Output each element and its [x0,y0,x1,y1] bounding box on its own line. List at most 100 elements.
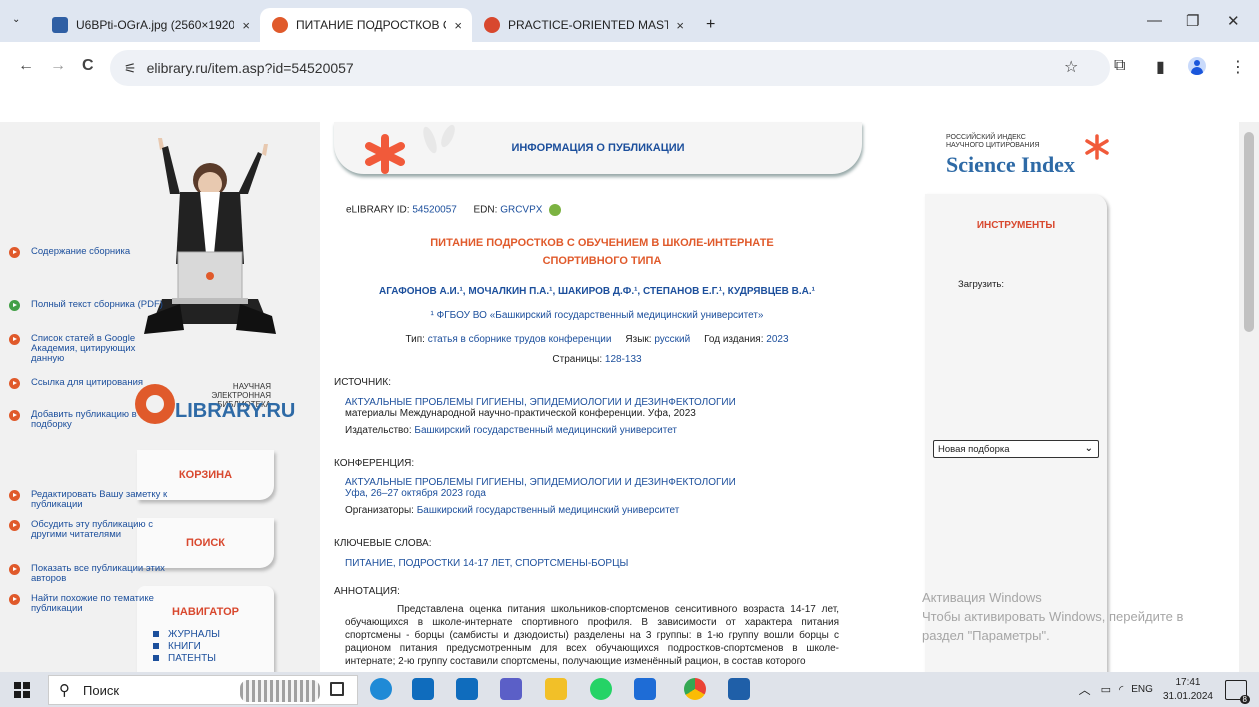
tool-discuss[interactable]: Обсудить эту публикацию с другими читате… [9,520,179,540]
id-label: eLIBRARY ID: [346,204,410,216]
keyboard-language[interactable]: ENG [1131,684,1153,695]
arrow-right-icon [9,247,20,258]
tool-contents-label: Содержание сборника [31,246,131,257]
science-index-line1: РОССИЙСКИЙ ИНДЕКС [946,134,1026,141]
tab-close-icon[interactable]: × [454,18,462,33]
tool-fulltext[interactable]: Полный текст сборника (PDF) [9,300,179,311]
minimize-button[interactable]: — [1147,12,1162,29]
network-icon[interactable]: ▭ [1101,683,1111,696]
conference-heading: КОНФЕРЕНЦИЯ: [334,458,415,469]
scrollbar-thumb[interactable] [1244,132,1254,332]
tool-show-all[interactable]: Показать все публикации этих авторов [9,564,179,584]
close-window-button[interactable]: ✕ [1227,12,1240,30]
keywords-list[interactable]: ПИТАНИЕ, ПОДРОСТКИ 14-17 ЛЕТ, СПОРТСМЕНЫ… [345,558,845,569]
browser-menu-icon[interactable]: ⋮ [1230,57,1246,77]
qr-icon[interactable] [549,204,562,216]
type-value: статья в сборнике трудов конференции [427,334,612,345]
restore-button[interactable]: ❐ [1186,12,1199,30]
task-view-icon[interactable] [330,682,344,696]
clock[interactable]: 17:41 31.01.2024 [1163,676,1213,704]
vk-favicon-icon [52,17,68,33]
tray-chevron-icon[interactable]: ︿ [1079,681,1091,698]
nav-item-journals[interactable]: ЖУРНАЛЫ [153,628,274,640]
affiliation[interactable]: ¹ ФГБОУ ВО «Башкирский государственный м… [332,310,862,321]
whatsapp-icon[interactable] [590,678,612,700]
source-name[interactable]: АКТУАЛЬНЫЕ ПРОБЛЕМЫ ГИГИЕНЫ, ЭПИДЕМИОЛОГ… [345,397,845,408]
chrome-icon[interactable] [684,678,706,700]
site-favicon-icon [484,17,500,33]
tab-close-icon[interactable]: × [242,18,250,33]
clock-date: 31.01.2024 [1162,690,1213,702]
forward-icon[interactable]: → [50,57,66,75]
site-info-icon[interactable]: ⚟ [124,60,137,77]
explorer-icon[interactable] [545,678,567,700]
tool-scholar[interactable]: Список статей в Google Академия, цитирую… [9,334,179,364]
watermark-line1: Активация Windows [922,590,1042,605]
organizers-value[interactable]: Башкирский государственный медицинский у… [417,505,680,516]
edn-value[interactable]: GRCVPX [500,205,542,216]
nav-item-patents[interactable]: ПАТЕНТЫ [153,652,274,664]
notifications-icon[interactable]: 8 [1225,679,1250,704]
arrow-right-icon [9,334,20,345]
url-bar[interactable]: ⚟ elibrary.ru/item.asp?id=54520057 [110,50,1110,86]
clock-time: 17:41 [1175,676,1201,688]
publisher-label: Издательство: [345,425,412,436]
elibrary-id: 54520057 [412,204,457,216]
notification-count: 8 [1239,694,1250,704]
tool-add-label: Добавить публикацию в подборку [31,409,137,430]
collection-select[interactable]: Новая подборка ⌄ [933,440,1099,458]
tool-contents[interactable]: Содержание сборника [9,247,179,258]
new-tab-button[interactable]: + [706,16,715,34]
tool-similar[interactable]: Найти похожие по тематике публикации [9,594,179,614]
lang-label: Язык: [625,334,652,345]
tool-scholar-label: Список статей в Google Академия, цитирую… [31,333,136,364]
pages-row: Страницы: 128-133 [332,354,862,365]
back-icon[interactable]: ← [18,57,34,75]
sidebar-icon[interactable]: ▮ [1156,57,1165,77]
title-line1: ПИТАНИЕ ПОДРОСТКОВ С ОБУЧЕНИЕМ В ШКОЛЕ-И… [430,237,774,249]
arrow-right-icon [9,594,20,605]
address-toolbar: ← → C ⚟ elibrary.ru/item.asp?id=54520057… [0,42,1259,94]
id-row: eLIBRARY ID: 54520057 EDN: GRCVPX [346,204,562,216]
nav-item-books[interactable]: КНИГИ [153,640,274,652]
windows-start-icon[interactable] [14,682,30,698]
pages-label: Страницы: [552,354,603,365]
reload-icon[interactable]: C [82,57,94,75]
edge-icon[interactable] [370,678,392,700]
arrow-right-icon [9,564,20,575]
pdf-app-icon[interactable] [634,678,656,700]
arrow-right-icon [9,378,20,389]
conference-name[interactable]: АКТУАЛЬНЫЕ ПРОБЛЕМЫ ГИГИЕНЫ, ЭПИДЕМИОЛОГ… [345,477,845,488]
publisher-value[interactable]: Башкирский государственный медицинский у… [414,425,677,436]
tab-search-icon[interactable]: ⌄ [12,14,20,25]
tool-cite[interactable]: Ссылка для цитирования [9,378,179,389]
app-icon[interactable] [728,678,750,700]
tool-edit-note[interactable]: Редактировать Вашу заметку к публикации [9,490,179,510]
tool-add[interactable]: Добавить публикацию в подборку [9,410,179,430]
logo-line1: НАУЧНАЯ ЭЛЕКТРОННАЯ [211,382,271,400]
system-tray: ︿ ▭ ◜ ENG 17:41 31.01.2024 8 [1079,672,1259,707]
pages-value: 128-133 [604,354,642,365]
bookmark-star-icon[interactable]: ☆ [1064,57,1078,77]
authors[interactable]: АГАФОНОВ А.И.¹, МОЧАЛКИН П.А.¹, ШАКИРОВ … [332,286,862,297]
store-icon[interactable] [412,678,434,700]
page-viewport: НАУЧНАЯ ЭЛЕКТРОННАЯ БИБЛИОТЕКА LIBRARY.R… [0,94,1259,672]
tab-elibrary[interactable]: ПИТАНИЕ ПОДРОСТКОВ С ОБ × [260,8,472,42]
science-index-line2: НАУЧНОГО ЦИТИРОВАНИЯ [946,142,1040,149]
tab-practice[interactable]: PRACTICE-ORIENTED MASTERI × [472,8,694,42]
wifi-icon[interactable]: ◜ [1119,683,1123,696]
science-index-logo[interactable]: РОССИЙСКИЙ ИНДЕКС НАУЧНОГО ЦИТИРОВАНИЯ S… [946,134,1109,194]
tab-close-icon[interactable]: × [676,18,684,33]
lang-value: русский [654,334,691,345]
tab-image[interactable]: U6BPti-OGrA.jpg (2560×1920) × [40,8,260,42]
teams-icon[interactable] [500,678,522,700]
year-value: 2023 [766,334,789,345]
elibrary-favicon-icon [272,17,288,33]
profile-avatar-icon[interactable] [1188,57,1206,75]
tab-title: PRACTICE-ORIENTED MASTERI [508,18,669,32]
url-text[interactable]: elibrary.ru/item.asp?id=54520057 [147,60,354,76]
vertical-scrollbar[interactable] [1239,122,1259,672]
mail-icon[interactable] [456,678,478,700]
extensions-icon[interactable]: ⧉ [1114,57,1125,75]
logo-name: LIBRARY.RU [175,400,296,422]
